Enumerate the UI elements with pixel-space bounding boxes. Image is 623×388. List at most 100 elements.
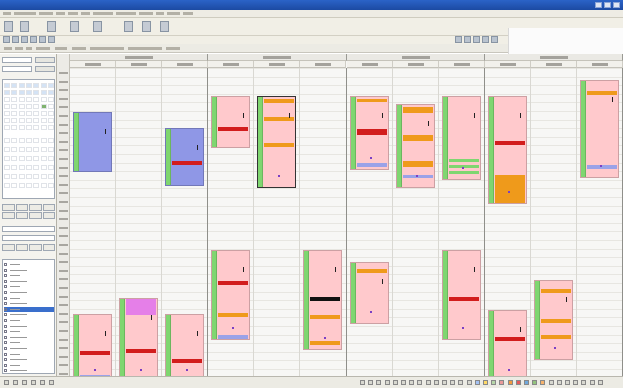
- resource-row[interactable]: [4, 301, 54, 306]
- status-icon[interactable]: [491, 380, 497, 385]
- resource-row[interactable]: [4, 357, 54, 362]
- checkbox-icon[interactable]: [4, 369, 7, 373]
- calendar-day-cell[interactable]: [25, 118, 32, 123]
- maximize-icon[interactable]: [604, 2, 611, 8]
- status-icon[interactable]: [401, 380, 406, 385]
- calendar-day-cell[interactable]: [4, 174, 10, 179]
- calendar-day-cell[interactable]: [4, 83, 10, 88]
- calendar-day-cell[interactable]: [47, 125, 54, 130]
- calendar-day-cell[interactable]: [4, 138, 10, 143]
- column-header[interactable]: [438, 61, 485, 68]
- toolbar-icon[interactable]: [455, 36, 462, 43]
- calendar-day-cell[interactable]: [25, 90, 32, 95]
- status-icon[interactable]: [433, 380, 439, 385]
- calendar-day-cell[interactable]: [25, 138, 32, 143]
- toolbar-icon[interactable]: [482, 36, 489, 43]
- checkbox-icon[interactable]: [4, 330, 7, 334]
- status-icon[interactable]: [581, 380, 587, 385]
- group-header[interactable]: [346, 54, 485, 61]
- column-header[interactable]: [346, 61, 393, 68]
- appointment[interactable]: [73, 112, 113, 172]
- calendar-day-cell[interactable]: [4, 104, 10, 109]
- status-icon[interactable]: [442, 380, 447, 385]
- toolbar-icon[interactable]: [93, 21, 102, 32]
- calendar-day-cell[interactable]: [47, 104, 54, 109]
- calendar-day-cell[interactable]: [11, 138, 18, 143]
- calendar-day-cell[interactable]: [4, 118, 10, 123]
- calendar-day-cell[interactable]: [47, 174, 54, 179]
- resource-row[interactable]: [4, 318, 54, 323]
- calendar-day-cell[interactable]: [18, 147, 25, 152]
- column-header[interactable]: [254, 61, 301, 68]
- calendar-day-cell[interactable]: [25, 104, 32, 109]
- status-icon[interactable]: [540, 380, 546, 385]
- calendar-day-cell[interactable]: [40, 104, 47, 109]
- toolbar-icon[interactable]: [47, 21, 56, 32]
- column-header[interactable]: [392, 61, 439, 68]
- calendar-day-cell[interactable]: [33, 97, 40, 102]
- calendar-day-cell[interactable]: [33, 183, 40, 188]
- calendar-day-cell[interactable]: [4, 183, 10, 188]
- resource-row[interactable]: [4, 324, 54, 329]
- checkbox-icon[interactable]: [4, 279, 7, 283]
- resource-row[interactable]: [4, 279, 54, 284]
- calendar-day-cell[interactable]: [40, 118, 47, 123]
- checkbox-icon[interactable]: [4, 285, 7, 289]
- status-icon[interactable]: [4, 380, 9, 385]
- status-icon[interactable]: [499, 380, 505, 385]
- toolbar-icon[interactable]: [21, 36, 28, 43]
- checkbox-icon[interactable]: [4, 274, 7, 278]
- toolbar-item[interactable]: [72, 47, 86, 50]
- calendar-day-cell[interactable]: [47, 111, 54, 116]
- calendar-day-cell[interactable]: [11, 90, 18, 95]
- calendar-day-cell[interactable]: [47, 138, 54, 143]
- resource-row[interactable]: [4, 329, 54, 334]
- option-button[interactable]: [2, 204, 15, 211]
- option-button[interactable]: [2, 212, 15, 219]
- calendar-day-cell[interactable]: [25, 111, 32, 116]
- calendar-day-cell[interactable]: [4, 90, 10, 95]
- menu-item[interactable]: [3, 12, 11, 15]
- status-icon[interactable]: [458, 380, 464, 385]
- appointment[interactable]: [441, 250, 481, 340]
- checkbox-icon[interactable]: [4, 291, 7, 294]
- resource-row[interactable]: [4, 268, 54, 273]
- appointment[interactable]: [303, 250, 343, 350]
- option-button[interactable]: [42, 204, 55, 211]
- calendar-day-cell[interactable]: [47, 118, 54, 123]
- toolbar-icon[interactable]: [12, 36, 19, 43]
- resource-row[interactable]: [4, 284, 54, 289]
- calendar-day-cell[interactable]: [33, 138, 40, 143]
- appointment[interactable]: [395, 104, 435, 188]
- calendar-day-cell[interactable]: [11, 118, 18, 123]
- calendar-day-cell[interactable]: [11, 147, 18, 152]
- toolbar-icon[interactable]: [39, 36, 46, 43]
- calendar-day-cell[interactable]: [47, 183, 54, 188]
- group-header[interactable]: [70, 54, 209, 61]
- appointment[interactable]: [487, 96, 527, 204]
- toolbar-item[interactable]: [4, 47, 12, 50]
- status-icon[interactable]: [31, 380, 36, 385]
- scheduler-grid[interactable]: [57, 54, 623, 376]
- view-button[interactable]: [35, 57, 55, 63]
- calendar-day-cell[interactable]: [47, 165, 54, 170]
- calendar-day-cell[interactable]: [4, 125, 10, 130]
- calendar-day-cell[interactable]: [33, 90, 40, 95]
- menu-item[interactable]: [81, 12, 90, 15]
- option-button[interactable]: [15, 204, 28, 211]
- column-header[interactable]: [530, 61, 577, 68]
- calendar-day-cell[interactable]: [25, 83, 32, 88]
- status-icon[interactable]: [483, 380, 488, 385]
- menu-item[interactable]: [68, 12, 78, 15]
- calendar-day-cell[interactable]: [18, 125, 25, 130]
- resource-row[interactable]: [4, 346, 54, 351]
- date-field[interactable]: [2, 57, 32, 63]
- calendar-day-cell[interactable]: [40, 156, 47, 161]
- resource-row[interactable]: [4, 340, 54, 345]
- filter-button[interactable]: [15, 244, 28, 251]
- filter-field[interactable]: [2, 235, 55, 241]
- checkbox-icon[interactable]: [4, 347, 7, 350]
- calendar-day-cell[interactable]: [18, 118, 25, 123]
- resource-row[interactable]: [4, 273, 54, 278]
- column-header[interactable]: [484, 61, 531, 68]
